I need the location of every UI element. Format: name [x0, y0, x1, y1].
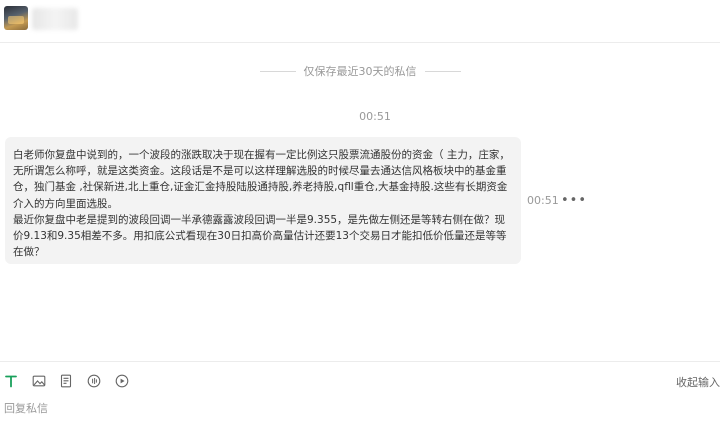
conversation-header: [0, 0, 720, 43]
retention-notice: 仅保存最近30天的私信: [0, 63, 720, 79]
notice-divider-right: [424, 70, 461, 72]
message-bubble: 白老师你复盘中说到的，一个波段的涨跌取决于现在握有一定比例这只股票流通股份的资金…: [5, 137, 521, 264]
message-timestamp: 00:51: [527, 194, 559, 207]
time-divider: 00:51: [359, 110, 391, 123]
user-avatar[interactable]: [4, 6, 28, 30]
message-paragraph: 白老师你复盘中说到的，一个波段的涨跌取决于现在握有一定比例这只股票流通股份的资金…: [13, 149, 510, 210]
document-icon[interactable]: [57, 372, 75, 390]
collapse-input-button[interactable]: 收起输入: [676, 374, 720, 390]
compose-toolbar: 收起输入: [0, 370, 720, 392]
audio-icon[interactable]: [85, 372, 103, 390]
notice-divider-left: [259, 70, 296, 72]
message-paragraph: 最近你复盘中老是提到的波段回调一半承德露露波段回调一半是9.355，是先做左侧还…: [13, 213, 507, 259]
image-icon[interactable]: [30, 372, 48, 390]
more-options-icon[interactable]: •••: [561, 193, 587, 208]
reply-input[interactable]: [4, 400, 704, 416]
user-name-blurred[interactable]: [32, 8, 78, 30]
compose-divider: [0, 361, 720, 362]
video-play-icon[interactable]: [113, 372, 131, 390]
text-format-icon[interactable]: [2, 372, 20, 390]
notice-text: 仅保存最近30天的私信: [303, 65, 417, 78]
